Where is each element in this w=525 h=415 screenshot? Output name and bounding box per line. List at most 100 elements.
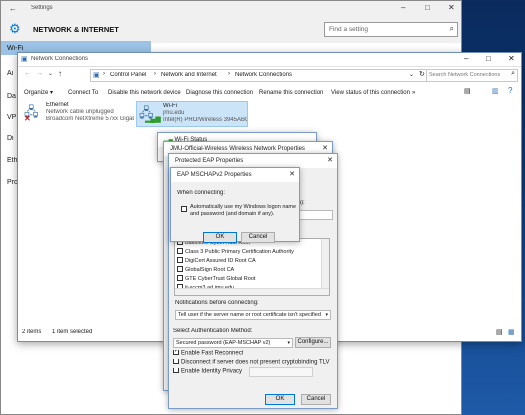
when-connecting-label: When connecting: xyxy=(177,190,226,196)
maximize-icon[interactable]: □ xyxy=(425,3,430,12)
list-item[interactable]: Class 3 Public Primary Certification Aut… xyxy=(177,247,317,257)
cryptobinding-checkbox[interactable] xyxy=(173,359,179,364)
cert-checkbox[interactable] xyxy=(177,274,183,281)
command-view-status[interactable]: View status of this connection xyxy=(331,86,410,100)
fast-reconnect-label: Enable Fast Reconnect xyxy=(181,350,244,357)
breadcrumb-network-internet[interactable]: Network and Internet xyxy=(161,72,217,78)
forward-arrow-icon[interactable]: → xyxy=(36,70,43,77)
command-more[interactable]: » xyxy=(412,86,415,100)
status-selected-count: 1 item selected xyxy=(52,329,93,335)
list-item[interactable]: GTE CyberTrust Global Root xyxy=(177,274,317,284)
close-icon[interactable]: ✕ xyxy=(327,154,333,168)
list-item[interactable]: DigiCert Assured ID Root CA xyxy=(177,256,317,266)
chevron-down-icon: ▾ xyxy=(325,312,328,318)
option-fast-reconnect[interactable]: Enable Fast Reconnect xyxy=(173,350,243,357)
settings-header: ⚙ NETWORK & INTERNET Find a setting ⌕ xyxy=(1,17,461,43)
command-disable-device[interactable]: Disable this network device xyxy=(108,86,181,100)
option-identity-privacy[interactable]: Enable Identity Privacy xyxy=(173,368,242,375)
cert-name: GTE CyberTrust Global Root xyxy=(185,276,256,282)
gear-icon: ⚙ xyxy=(9,21,21,36)
help-icon[interactable]: ? xyxy=(508,86,512,95)
close-icon[interactable]: ✕ xyxy=(289,168,295,182)
minimize-icon[interactable]: – xyxy=(464,54,468,63)
command-rename[interactable]: Rename this connection xyxy=(259,86,323,100)
peap-titlebar: Protected EAP Properties ✕ xyxy=(169,154,337,168)
peap-ok-button[interactable]: OK xyxy=(265,394,295,405)
large-icons-view-icon[interactable]: ▦ xyxy=(508,328,515,336)
list-item-ethernet[interactable]: 🖧 ✕ Ethernet Network cable unplugged Bro… xyxy=(22,101,134,127)
preview-pane-icon[interactable]: ▥ xyxy=(492,87,499,95)
sidebar-item-wifi[interactable]: Wi-Fi xyxy=(7,45,23,52)
list-item-wifi[interactable]: 🖧 ▂▄▆ Wi-Fi jmu.edu Intel(R) PRO/Wireles… xyxy=(136,101,248,127)
cert-checkbox[interactable] xyxy=(177,247,183,254)
auto-logon-option[interactable]: Automatically use my Windows logon name … xyxy=(181,204,299,218)
connection-status: Network cable unplugged xyxy=(46,109,114,115)
breadcrumb[interactable]: ▣ › Control Panel › Network and Internet… xyxy=(90,69,430,82)
cert-checkbox[interactable] xyxy=(177,256,183,263)
details-view-icon[interactable]: ▤ xyxy=(496,328,503,336)
sidebar-item-dial-up[interactable]: Di xyxy=(7,135,14,142)
refresh-icon[interactable]: ↻ xyxy=(419,70,425,78)
back-arrow-icon[interactable]: ← xyxy=(24,70,31,77)
peap-title: Protected EAP Properties xyxy=(175,158,244,164)
search-icon: ⌕ xyxy=(449,24,454,33)
netconn-search-input[interactable]: Search Network Connections ⌕ xyxy=(426,69,518,82)
view-options-icon[interactable]: ▤ xyxy=(464,87,471,95)
cryptobinding-label: Disconnect if server does not present cr… xyxy=(181,359,330,366)
connection-name: Ethernet xyxy=(46,102,69,108)
connection-status: jmu.edu xyxy=(163,110,185,116)
maximize-icon[interactable]: □ xyxy=(486,54,491,63)
settings-title: Settings xyxy=(31,5,53,11)
breadcrumb-control-panel[interactable]: Control Panel xyxy=(110,72,146,78)
trusted-root-ca-list[interactable]: Baltimore CyberTrust Root Class 3 Public… xyxy=(174,238,330,296)
page-title: NETWORK & INTERNET xyxy=(33,25,119,34)
command-organize[interactable]: Organize ▾ xyxy=(24,86,53,100)
list-item[interactable]: GlobalSign Root CA xyxy=(177,265,317,275)
chevron-down-icon: ▾ xyxy=(287,340,290,346)
connection-name: Wi-Fi xyxy=(163,103,177,109)
configure-button[interactable]: Configure... xyxy=(295,337,331,348)
peap-cancel-button[interactable]: Cancel xyxy=(301,394,331,405)
close-icon[interactable]: ✕ xyxy=(448,3,455,12)
vertical-scrollbar[interactable] xyxy=(321,239,329,289)
breadcrumb-network-connections[interactable]: Network Connections xyxy=(235,72,292,78)
close-icon[interactable]: ✕ xyxy=(508,54,515,63)
auth-method-label: Select Authentication Method: xyxy=(173,328,253,334)
netconn-search-placeholder: Search Network Connections xyxy=(429,72,501,78)
sidebar-item-vpn[interactable]: VP xyxy=(7,114,16,121)
mschap-cancel-button[interactable]: Cancel xyxy=(241,232,275,243)
chevron-right-icon: › xyxy=(103,71,105,77)
identity-privacy-label: Enable Identity Privacy xyxy=(181,368,243,375)
settings-search-placeholder: Find a setting xyxy=(329,26,369,33)
notifications-select[interactable]: Tell user if the server name or root cer… xyxy=(175,310,331,320)
sidebar-item-data-usage[interactable]: Da xyxy=(7,93,16,100)
netconn-titlebar: ▣ Network Connections – □ ✕ xyxy=(18,53,521,67)
notifications-label: Notifications before connecting: xyxy=(175,300,259,306)
up-arrow-icon[interactable]: ↑ xyxy=(58,69,62,78)
cert-name: Class 3 Public Primary Certification Aut… xyxy=(185,249,294,255)
eap-mschapv2-dialog: EAP MSCHAPv2 Properties ✕ When connectin… xyxy=(170,167,300,243)
auto-logon-checkbox[interactable] xyxy=(181,206,187,212)
connection-device: Broadcom NetXtreme 57xx Gigabi... xyxy=(46,116,134,122)
auth-method-select[interactable]: Secured password (EAP-MSCHAP v2) ▾ xyxy=(173,338,293,348)
chevron-down-icon[interactable]: ⌄ xyxy=(409,71,414,78)
settings-search-input[interactable]: Find a setting ⌕ xyxy=(324,22,458,37)
control-panel-icon: ▣ xyxy=(93,72,100,79)
fast-reconnect-checkbox[interactable] xyxy=(173,350,179,355)
status-item-count: 2 items xyxy=(22,329,42,335)
back-icon[interactable]: ← xyxy=(9,4,17,13)
option-cryptobinding[interactable]: Disconnect if server does not present cr… xyxy=(173,359,330,366)
sidebar-item-airplane[interactable]: Ai xyxy=(7,70,13,77)
identity-privacy-field[interactable] xyxy=(249,367,313,377)
horizontal-scrollbar[interactable] xyxy=(175,288,329,295)
cert-checkbox[interactable] xyxy=(177,265,183,272)
sidebar-item-ethernet[interactable]: Eth xyxy=(7,157,18,164)
command-connect-to[interactable]: Connect To xyxy=(68,86,98,100)
minimize-icon[interactable]: – xyxy=(401,3,405,12)
identity-privacy-checkbox[interactable] xyxy=(173,368,179,373)
mschap-ok-button[interactable]: OK xyxy=(203,232,237,243)
recent-dropdown-icon[interactable]: ⌄ xyxy=(48,70,53,77)
signal-bars-icon: ▂▄▆ xyxy=(145,116,161,123)
mschap-titlebar: EAP MSCHAPv2 Properties ✕ xyxy=(171,168,299,182)
command-diagnose[interactable]: Diagnose this connection xyxy=(186,86,253,100)
